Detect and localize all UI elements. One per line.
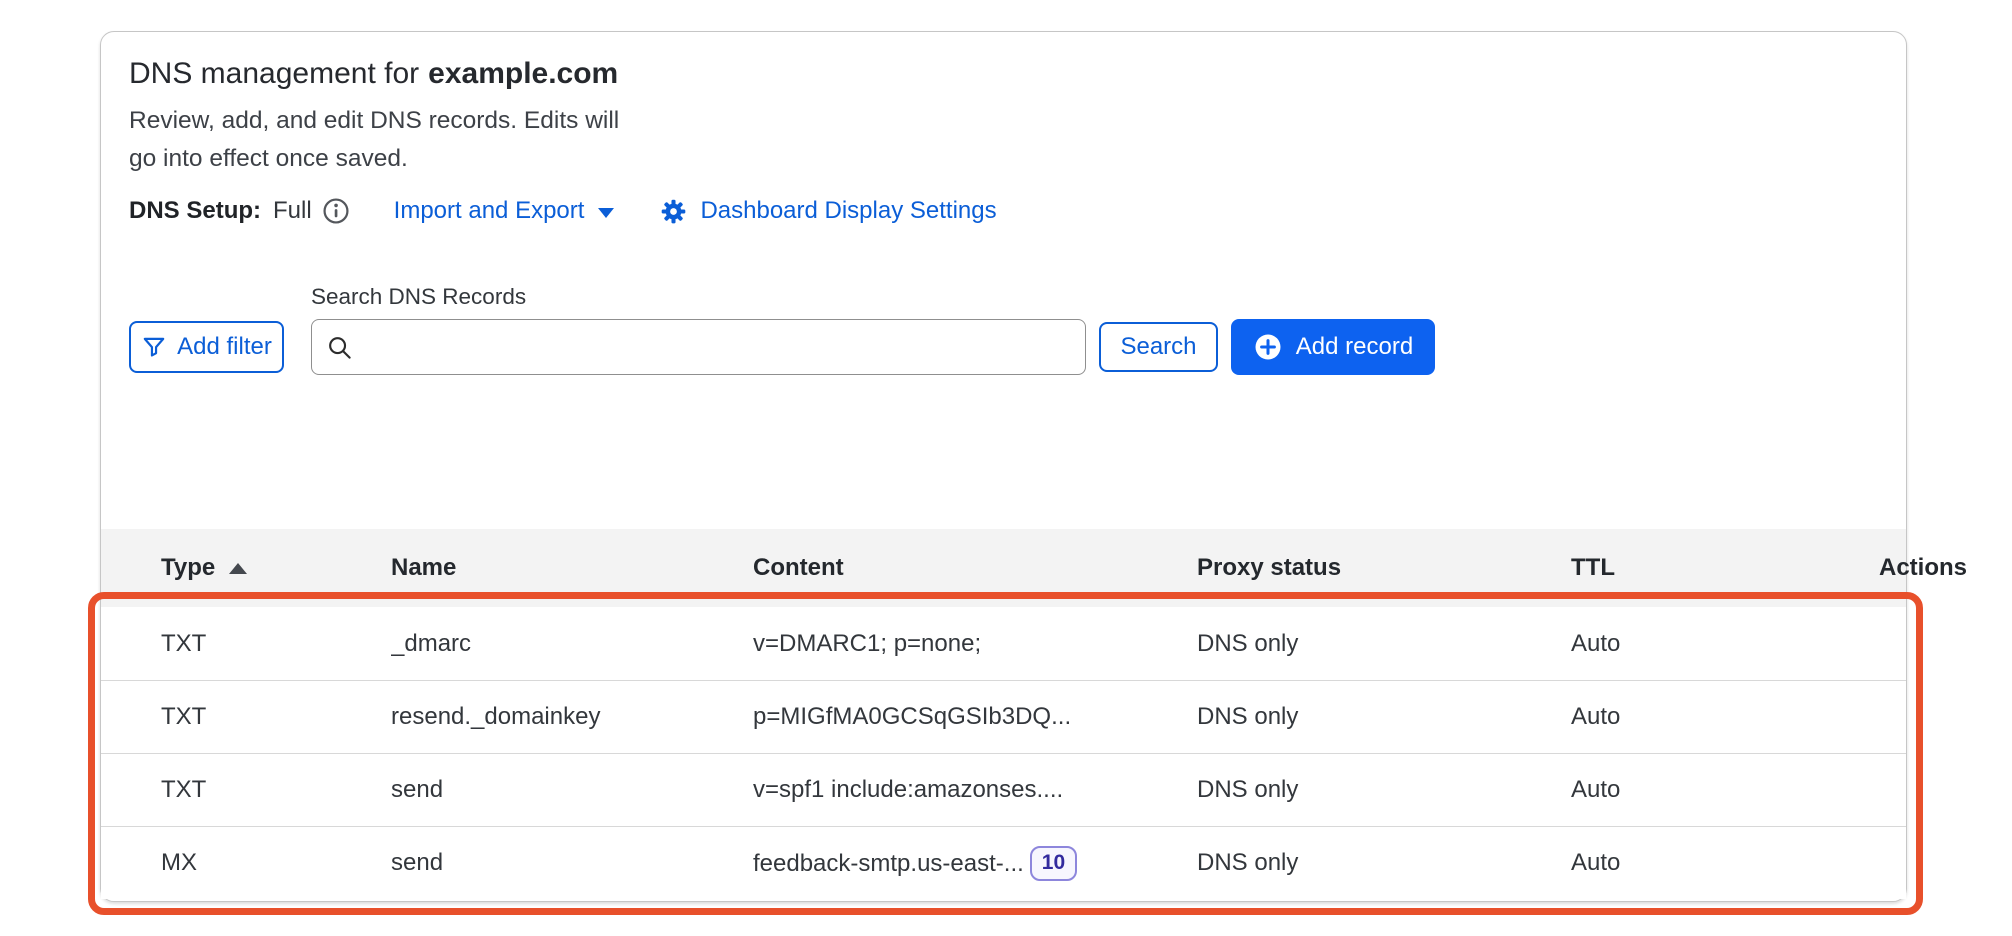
cell-type: TXT	[161, 703, 391, 731]
page-title: DNS management for example.com	[129, 54, 618, 94]
cell-name: resend._domainkey	[391, 703, 753, 731]
cell-content: p=MIGfMA0GCSqGSIb3DQ...	[753, 703, 1197, 731]
cell-name: _dmarc	[391, 630, 753, 658]
add-filter-button[interactable]: Add filter	[129, 321, 284, 373]
search-button[interactable]: Search	[1099, 322, 1218, 372]
cell-ttl: Auto	[1571, 776, 1879, 804]
column-header-name[interactable]: Name	[391, 554, 753, 582]
cell-name: send	[391, 849, 753, 877]
cell-content: feedback-smtp.us-east-...10	[753, 846, 1197, 881]
import-export-label: Import and Export	[394, 197, 585, 225]
add-record-label: Add record	[1296, 333, 1413, 361]
column-header-proxy-status[interactable]: Proxy status	[1197, 554, 1571, 582]
cell-ttl: Auto	[1571, 849, 1879, 877]
description-line: Review, add, and edit DNS records. Edits…	[129, 102, 619, 140]
description-line: go into effect once saved.	[129, 140, 619, 178]
dns-management-panel: DNS management for example.com Review, ad…	[100, 31, 1907, 902]
table-body: TXT _dmarc v=DMARC1; p=none; DNS only Au…	[101, 607, 1906, 899]
gear-icon	[660, 198, 687, 225]
cell-proxy-status: DNS only	[1197, 703, 1571, 731]
column-header-content[interactable]: Content	[753, 554, 1197, 582]
cell-ttl: Auto	[1571, 630, 1879, 658]
page-description: Review, add, and edit DNS records. Edits…	[129, 102, 619, 178]
mx-priority-badge: 10	[1030, 846, 1077, 881]
dns-setup-row: DNS Setup: Full Import and Export	[129, 194, 997, 228]
table-row: TXT _dmarc v=DMARC1; p=none; DNS only Au…	[101, 607, 1906, 680]
page: { "panel": { "title_prefix": "DNS manage…	[0, 0, 2012, 936]
cell-proxy-status: DNS only	[1197, 849, 1571, 877]
filter-icon	[141, 334, 167, 360]
cell-ttl: Auto	[1571, 703, 1879, 731]
search-button-label: Search	[1120, 333, 1196, 361]
cell-proxy-status: DNS only	[1197, 630, 1571, 658]
search-icon	[326, 334, 353, 361]
dns-setup-label: DNS Setup:	[129, 197, 261, 225]
dns-setup-value: Full	[273, 197, 312, 225]
plus-icon	[1253, 332, 1283, 362]
search-dns-records-label: Search DNS Records	[311, 284, 526, 310]
column-header-actions: Actions	[1879, 554, 1967, 582]
cell-proxy-status: DNS only	[1197, 776, 1571, 804]
table-row: MX send feedback-smtp.us-east-...10 DNS …	[101, 826, 1906, 899]
search-input-wrapper	[311, 319, 1086, 375]
dashboard-display-settings-link[interactable]: Dashboard Display Settings	[660, 197, 996, 225]
sort-ascending-icon	[229, 563, 247, 574]
table-row: TXT send v=spf1 include:amazonses.... DN…	[101, 753, 1906, 826]
cell-content: v=DMARC1; p=none;	[753, 630, 1197, 658]
cell-name: send	[391, 776, 753, 804]
dashboard-display-settings-label: Dashboard Display Settings	[700, 197, 996, 225]
import-export-dropdown[interactable]: Import and Export	[394, 197, 615, 225]
table-row: TXT resend._domainkey p=MIGfMA0GCSqGSIb3…	[101, 680, 1906, 753]
page-title-prefix: DNS management for	[129, 57, 419, 90]
add-record-button[interactable]: Add record	[1231, 319, 1435, 375]
cell-type: TXT	[161, 776, 391, 804]
cell-type: TXT	[161, 630, 391, 658]
table-header-row: Type Name Content Proxy status TTL Actio…	[101, 529, 1906, 607]
cell-type: MX	[161, 849, 391, 877]
chevron-down-icon	[598, 208, 614, 218]
info-icon[interactable]	[322, 197, 350, 225]
column-header-type[interactable]: Type	[161, 554, 391, 582]
cell-content: v=spf1 include:amazonses....	[753, 776, 1197, 804]
zone-name: example.com	[428, 57, 618, 90]
search-input[interactable]	[363, 320, 1071, 374]
add-filter-label: Add filter	[177, 333, 272, 361]
column-header-ttl[interactable]: TTL	[1571, 554, 1879, 582]
